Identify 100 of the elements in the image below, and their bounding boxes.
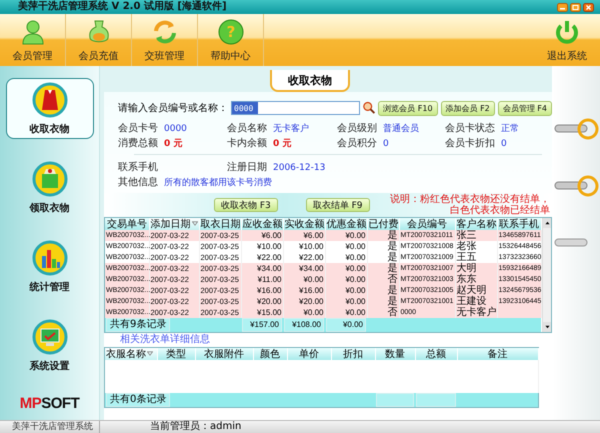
table-cell: ¥34.00	[283, 263, 325, 274]
field-label: 注册日期	[227, 162, 267, 174]
toolbar-button[interactable]: 浏览会员 F10	[378, 100, 438, 116]
column-header[interactable]: 总额	[415, 348, 457, 360]
column-header[interactable]: 联系手机	[497, 218, 541, 230]
field-value: 0 元	[273, 138, 292, 150]
table-cell: 王建设	[455, 296, 497, 307]
field-value: 0 元	[164, 138, 182, 150]
binder-ring-icon	[554, 175, 600, 197]
binder-ring-icon	[554, 118, 600, 140]
window-title: 美萍干洗店管理系统 V 2.0 试用版 [海通软件]	[18, 1, 227, 13]
search-field[interactable]: 0000	[231, 101, 360, 115]
column-header[interactable]: 会员编号	[399, 218, 455, 230]
scrollbar[interactable]	[542, 218, 551, 332]
table-cell: ¥0.00	[325, 230, 367, 241]
toolbar-button[interactable]: 交班管理	[132, 14, 198, 66]
column-header[interactable]: 实收金额	[283, 218, 325, 230]
column-header[interactable]: 衣服附件	[195, 348, 253, 360]
close-icon[interactable]	[583, 2, 594, 12]
field-value: 2006-12-13	[273, 162, 326, 174]
current-user: 当前管理员：admin	[150, 421, 242, 433]
field-value: 0	[501, 138, 507, 150]
column-header[interactable]: 衣服名称	[105, 348, 157, 360]
page-title: 收取衣物	[270, 70, 350, 92]
field-value: 普通会员	[383, 123, 419, 135]
table-cell: 老张	[455, 241, 497, 252]
logo: MPSOFT	[20, 395, 80, 412]
column-header[interactable]: 优惠金额	[325, 218, 367, 230]
table-cell: ¥0.00	[325, 307, 367, 318]
table-cell: 是	[367, 252, 399, 263]
table-cell: ¥20.00	[241, 296, 283, 307]
table-cell: ¥0.00	[325, 285, 367, 296]
toolbar-button[interactable]: 添加会员 F2	[440, 100, 495, 116]
record-count: 共有0条记录	[106, 393, 170, 407]
column-header[interactable]: 交易单号	[105, 218, 149, 230]
sidebar-item[interactable]: 系统设置	[6, 316, 94, 377]
action-button[interactable]: 收取衣物 F3	[214, 198, 278, 212]
bar-chart-icon	[32, 240, 68, 276]
column-header[interactable]: 颜色	[253, 348, 287, 360]
column-header[interactable]: 客户名称	[455, 218, 497, 230]
column-header[interactable]: 已付费	[367, 218, 399, 230]
field-label: 卡内余额	[227, 138, 267, 150]
column-header[interactable]: 折扣	[331, 348, 375, 360]
field-value: 正常	[501, 123, 519, 135]
column-header[interactable]: 应收金额	[241, 218, 283, 230]
column-header[interactable]: 单价	[287, 348, 331, 360]
table-cell: 东东	[455, 274, 497, 285]
column-header[interactable]: 类型	[157, 348, 195, 360]
table-cell: 是	[367, 296, 399, 307]
column-header[interactable]: 添加日期	[149, 218, 199, 230]
scroll-down-icon[interactable]	[542, 322, 551, 332]
exit-button[interactable]: 退出系统	[534, 14, 600, 66]
table-cell: ¥6.00	[241, 230, 283, 241]
table-cell: ¥20.00	[283, 296, 325, 307]
sidebar-item[interactable]: 领取衣物	[6, 157, 94, 218]
table-cell: ¥0.00	[283, 274, 325, 285]
field-label: 会员卡号	[118, 123, 158, 135]
table-cell: ¥0.00	[325, 241, 367, 252]
table-cell: 否	[367, 274, 399, 285]
table-cell: 是	[367, 285, 399, 296]
table-cell: 是	[367, 241, 399, 252]
sidebar-item[interactable]: 统计管理	[6, 236, 94, 298]
legend-note: 白色代表衣物已经结单	[450, 205, 550, 216]
table-cell: ¥0.00	[325, 263, 367, 274]
field-label: 会员积分	[337, 138, 377, 150]
table-cell: ¥11.00	[241, 274, 283, 285]
field-label: 其他信息	[118, 177, 158, 189]
toolbar-button[interactable]: 会员充值	[66, 14, 132, 66]
sort-icon	[192, 221, 198, 226]
legend-note: 说明：粉红色代表衣物还没有结单，	[390, 194, 550, 205]
sidebar-item[interactable]: 收取衣物	[6, 78, 94, 140]
action-button[interactable]: 取衣结单 F9	[306, 198, 370, 212]
table-cell: ¥10.00	[283, 241, 325, 252]
help-icon: ?	[216, 18, 244, 46]
toolbar-button[interactable]: ? 帮助中心	[198, 14, 264, 66]
column-header[interactable]: 备注	[457, 348, 538, 360]
table-cell: 无卡客户	[455, 307, 497, 318]
bag-icon	[32, 160, 68, 197]
table-cell: ¥6.00	[283, 230, 325, 241]
search-icon[interactable]	[362, 100, 376, 116]
total-field	[416, 393, 456, 407]
scroll-up-icon[interactable]	[542, 218, 551, 228]
search-label: 请输入会员编号或名称：	[118, 102, 228, 115]
table-cell: ¥0.00	[283, 307, 325, 318]
field-value: 0	[383, 138, 389, 150]
table-cell: ¥22.00	[283, 252, 325, 263]
field-value: 无卡客户	[273, 123, 309, 135]
table-cell: ¥0.00	[325, 252, 367, 263]
column-header[interactable]: 取衣日期	[199, 218, 241, 230]
table-cell: ¥16.00	[241, 285, 283, 296]
field-label: 会员卡折扣	[445, 138, 495, 150]
table-cell: ¥15.00	[241, 307, 283, 318]
minimize-icon[interactable]	[557, 2, 568, 12]
toolbar-button[interactable]: 会员管理 F4	[498, 100, 552, 116]
field-label: 会员名称	[227, 123, 267, 135]
field-label: 消费总额	[118, 138, 158, 150]
sort-icon	[147, 351, 153, 356]
column-header[interactable]: 数量	[375, 348, 415, 360]
maximize-icon[interactable]	[570, 2, 581, 12]
coat-icon	[32, 82, 68, 118]
